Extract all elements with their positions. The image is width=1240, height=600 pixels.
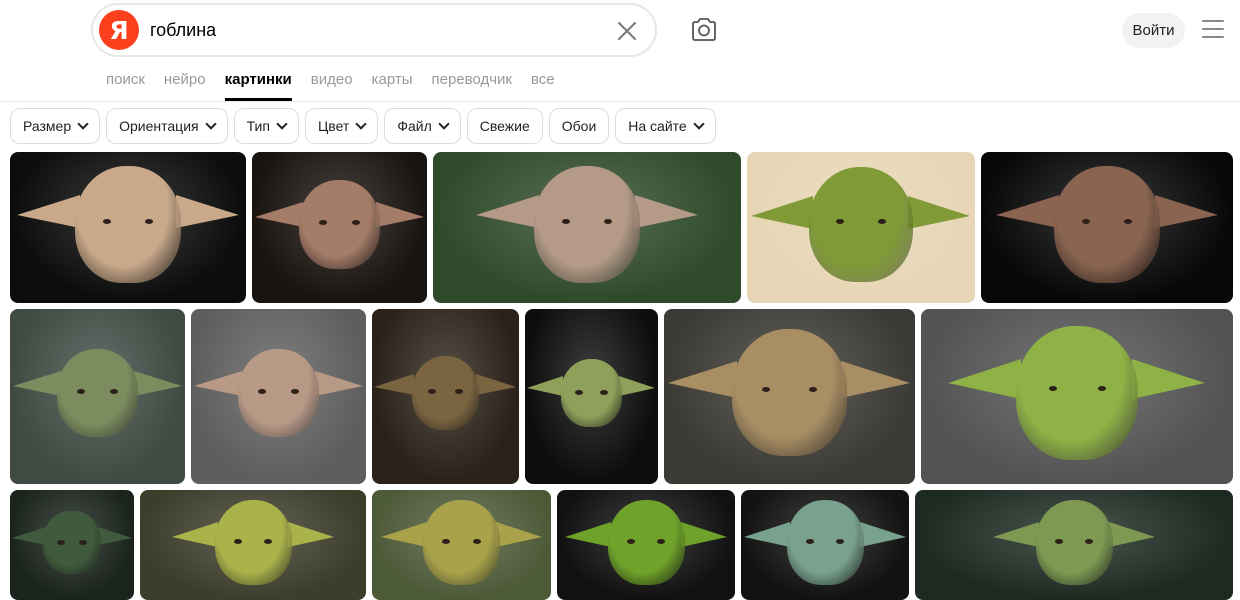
chevron-down-icon bbox=[77, 118, 89, 130]
image-result-15[interactable] bbox=[557, 490, 735, 600]
camera-icon[interactable] bbox=[689, 15, 719, 45]
tab-translator[interactable]: переводчик bbox=[431, 71, 511, 101]
header-divider bbox=[0, 101, 1240, 102]
image-result-6[interactable] bbox=[10, 309, 185, 484]
image-result-3[interactable] bbox=[433, 152, 741, 303]
search-tabs: поиск нейро картинки видео карты перевод… bbox=[106, 71, 574, 101]
image-result-14[interactable] bbox=[372, 490, 551, 600]
filter-size[interactable]: Размер bbox=[10, 108, 101, 144]
image-result-1[interactable] bbox=[10, 152, 246, 303]
chevron-down-icon bbox=[276, 118, 288, 130]
filter-color[interactable]: Цвет bbox=[304, 108, 379, 144]
image-result-10[interactable] bbox=[664, 309, 915, 484]
image-result-9[interactable] bbox=[525, 309, 658, 484]
chevron-down-icon bbox=[693, 118, 705, 130]
image-result-8[interactable] bbox=[372, 309, 519, 484]
image-result-11[interactable] bbox=[921, 309, 1233, 484]
tab-video[interactable]: видео bbox=[311, 71, 353, 101]
image-result-13[interactable] bbox=[140, 490, 366, 600]
image-result-5[interactable] bbox=[981, 152, 1233, 303]
filter-orientation[interactable]: Ориентация bbox=[106, 108, 228, 144]
filter-fresh[interactable]: Свежие bbox=[466, 108, 543, 144]
tab-search[interactable]: поиск bbox=[106, 71, 145, 101]
tab-neuro[interactable]: нейро bbox=[164, 71, 206, 101]
tab-maps[interactable]: карты bbox=[372, 71, 413, 101]
chevron-down-icon bbox=[355, 118, 367, 130]
yandex-logo[interactable]: Я bbox=[99, 10, 139, 50]
image-result-16[interactable] bbox=[741, 490, 909, 600]
chevron-down-icon bbox=[438, 118, 450, 130]
tab-all[interactable]: все bbox=[531, 71, 555, 101]
filter-type[interactable]: Тип bbox=[233, 108, 299, 144]
chevron-down-icon bbox=[204, 118, 217, 130]
image-result-12[interactable] bbox=[10, 490, 134, 600]
tab-images[interactable]: картинки bbox=[224, 71, 292, 101]
search-box[interactable]: Я bbox=[91, 3, 657, 57]
filter-on-site[interactable]: На сайте bbox=[615, 108, 716, 144]
filter-file[interactable]: Файл bbox=[384, 108, 461, 144]
menu-icon[interactable] bbox=[1202, 20, 1224, 40]
image-result-17[interactable] bbox=[915, 490, 1233, 600]
close-icon[interactable] bbox=[615, 19, 639, 43]
image-result-2[interactable] bbox=[252, 152, 427, 303]
search-input[interactable] bbox=[150, 15, 590, 45]
filter-wallpapers[interactable]: Обои bbox=[548, 108, 610, 144]
image-result-4[interactable] bbox=[747, 152, 975, 303]
login-button[interactable]: Войти bbox=[1122, 13, 1185, 48]
image-result-7[interactable] bbox=[191, 309, 366, 484]
filter-bar: Размер Ориентация Тип Цвет Файл Свежие О… bbox=[10, 108, 722, 144]
